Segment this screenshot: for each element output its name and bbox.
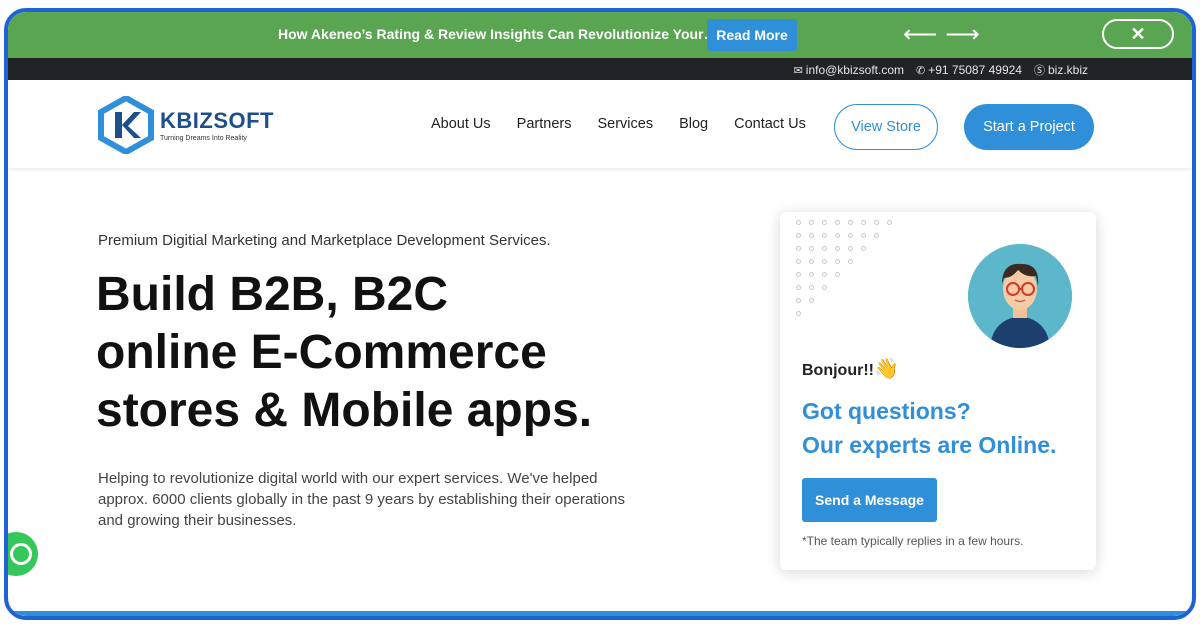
chat-widget: Bonjour!!👋 Got questions? Our experts ar… bbox=[780, 212, 1096, 570]
dot bbox=[835, 259, 840, 264]
logo-name: KBIZSOFT bbox=[160, 108, 274, 133]
chat-question-line2: Our experts are Online. bbox=[802, 432, 1057, 458]
dot bbox=[822, 259, 827, 264]
skype-icon: Ⓢ bbox=[1033, 65, 1045, 77]
start-project-button[interactable]: Start a Project bbox=[964, 104, 1094, 150]
reply-note: *The team typically replies in a few hou… bbox=[802, 534, 1024, 548]
site-header: KBIZSOFT Turning Dreams Into Reality Abo… bbox=[8, 80, 1192, 168]
dot bbox=[822, 285, 827, 290]
skype-text: biz.kbiz bbox=[1047, 63, 1088, 77]
contact-bar: ✉ info@kbizsoft.com ✆ +91 75087 49924 Ⓢ … bbox=[8, 58, 1192, 80]
dot bbox=[848, 246, 853, 251]
dot bbox=[809, 285, 814, 290]
hero-title-line: online E-Commerce bbox=[96, 326, 547, 379]
contact-phone[interactable]: ✆ +91 75087 49924 bbox=[916, 62, 1022, 78]
hero-subtitle: Premium Digitial Marketing and Marketpla… bbox=[98, 232, 551, 249]
dot bbox=[874, 233, 879, 238]
dot bbox=[796, 220, 801, 225]
nav-contact-us[interactable]: Contact Us bbox=[734, 116, 806, 132]
view-store-button[interactable]: View Store bbox=[834, 104, 938, 150]
close-icon: ✕ bbox=[1130, 23, 1146, 44]
browser-frame: How Akeneo’s Rating & Review Insights Ca… bbox=[4, 8, 1196, 620]
email-text: info@kbizsoft.com bbox=[805, 63, 904, 77]
agent-avatar bbox=[968, 244, 1072, 348]
greeting-text: Bonjour!! bbox=[802, 362, 874, 379]
dot bbox=[861, 220, 866, 225]
contact-skype[interactable]: Ⓢ biz.kbiz bbox=[1034, 62, 1088, 78]
agent-avatar-illustration bbox=[968, 244, 1072, 348]
dot bbox=[848, 233, 853, 238]
dot bbox=[796, 298, 801, 303]
dot bbox=[809, 220, 814, 225]
kbizsoft-logo-icon bbox=[98, 96, 154, 154]
dot bbox=[848, 259, 853, 264]
wave-hand-icon: 👋 bbox=[873, 358, 899, 380]
logo[interactable]: KBIZSOFT Turning Dreams Into Reality bbox=[98, 96, 274, 154]
main-nav: About Us Partners Services Blog Contact … bbox=[431, 116, 806, 132]
dot bbox=[796, 311, 801, 316]
promo-bar: How Akeneo’s Rating & Review Insights Ca… bbox=[8, 12, 1192, 58]
hero-description: Helping to revolutionize digital world w… bbox=[98, 470, 625, 529]
logo-tagline: Turning Dreams Into Reality bbox=[160, 135, 247, 142]
arrow-right-icon[interactable]: ⟶ bbox=[945, 21, 987, 48]
dot bbox=[809, 233, 814, 238]
chat-question-line1: Got questions? bbox=[802, 398, 971, 424]
contact-email[interactable]: ✉ info@kbizsoft.com bbox=[794, 62, 904, 78]
close-promo-button[interactable]: ✕ bbox=[1102, 19, 1174, 49]
bottom-strip bbox=[8, 611, 1192, 616]
dot bbox=[835, 220, 840, 225]
dot bbox=[887, 220, 892, 225]
dot bbox=[796, 233, 801, 238]
dot bbox=[848, 220, 853, 225]
send-message-button[interactable]: Send a Message bbox=[802, 478, 937, 522]
dot bbox=[796, 246, 801, 251]
dot bbox=[796, 259, 801, 264]
phone-icon: ✆ bbox=[916, 64, 926, 77]
dot bbox=[835, 246, 840, 251]
dot bbox=[835, 272, 840, 277]
dot bbox=[822, 246, 827, 251]
hero-title: Build B2B, B2C online E-Commerce stores … bbox=[96, 266, 696, 440]
promo-text[interactable]: How Akeneo’s Rating & Review Insights Ca… bbox=[278, 26, 718, 42]
nav-about-us[interactable]: About Us bbox=[431, 116, 491, 132]
dot bbox=[809, 272, 814, 277]
phone-text: +91 75087 49924 bbox=[928, 63, 1022, 77]
whatsapp-button[interactable] bbox=[8, 532, 38, 576]
hero-title-line: Build B2B, B2C bbox=[96, 268, 449, 321]
chat-greeting: Bonjour!!👋 bbox=[802, 356, 899, 381]
dot bbox=[822, 220, 827, 225]
dot bbox=[861, 246, 866, 251]
dot bbox=[796, 285, 801, 290]
dot bbox=[809, 298, 814, 303]
hero-title-line: stores & Mobile apps. bbox=[96, 384, 593, 437]
read-more-button[interactable]: Read More bbox=[707, 19, 797, 51]
dot bbox=[822, 233, 827, 238]
envelope-icon: ✉ bbox=[793, 64, 803, 77]
dot bbox=[809, 246, 814, 251]
dot bbox=[796, 272, 801, 277]
dot bbox=[861, 233, 866, 238]
dot bbox=[874, 220, 879, 225]
nav-blog[interactable]: Blog bbox=[679, 116, 708, 132]
whatsapp-icon bbox=[10, 543, 32, 565]
nav-partners[interactable]: Partners bbox=[517, 116, 572, 132]
promo-arrows: ⟵⟶ bbox=[903, 20, 988, 49]
arrow-left-icon[interactable]: ⟵ bbox=[903, 21, 945, 48]
nav-services[interactable]: Services bbox=[597, 116, 653, 132]
dot bbox=[835, 233, 840, 238]
dot bbox=[809, 259, 814, 264]
dot bbox=[822, 272, 827, 277]
